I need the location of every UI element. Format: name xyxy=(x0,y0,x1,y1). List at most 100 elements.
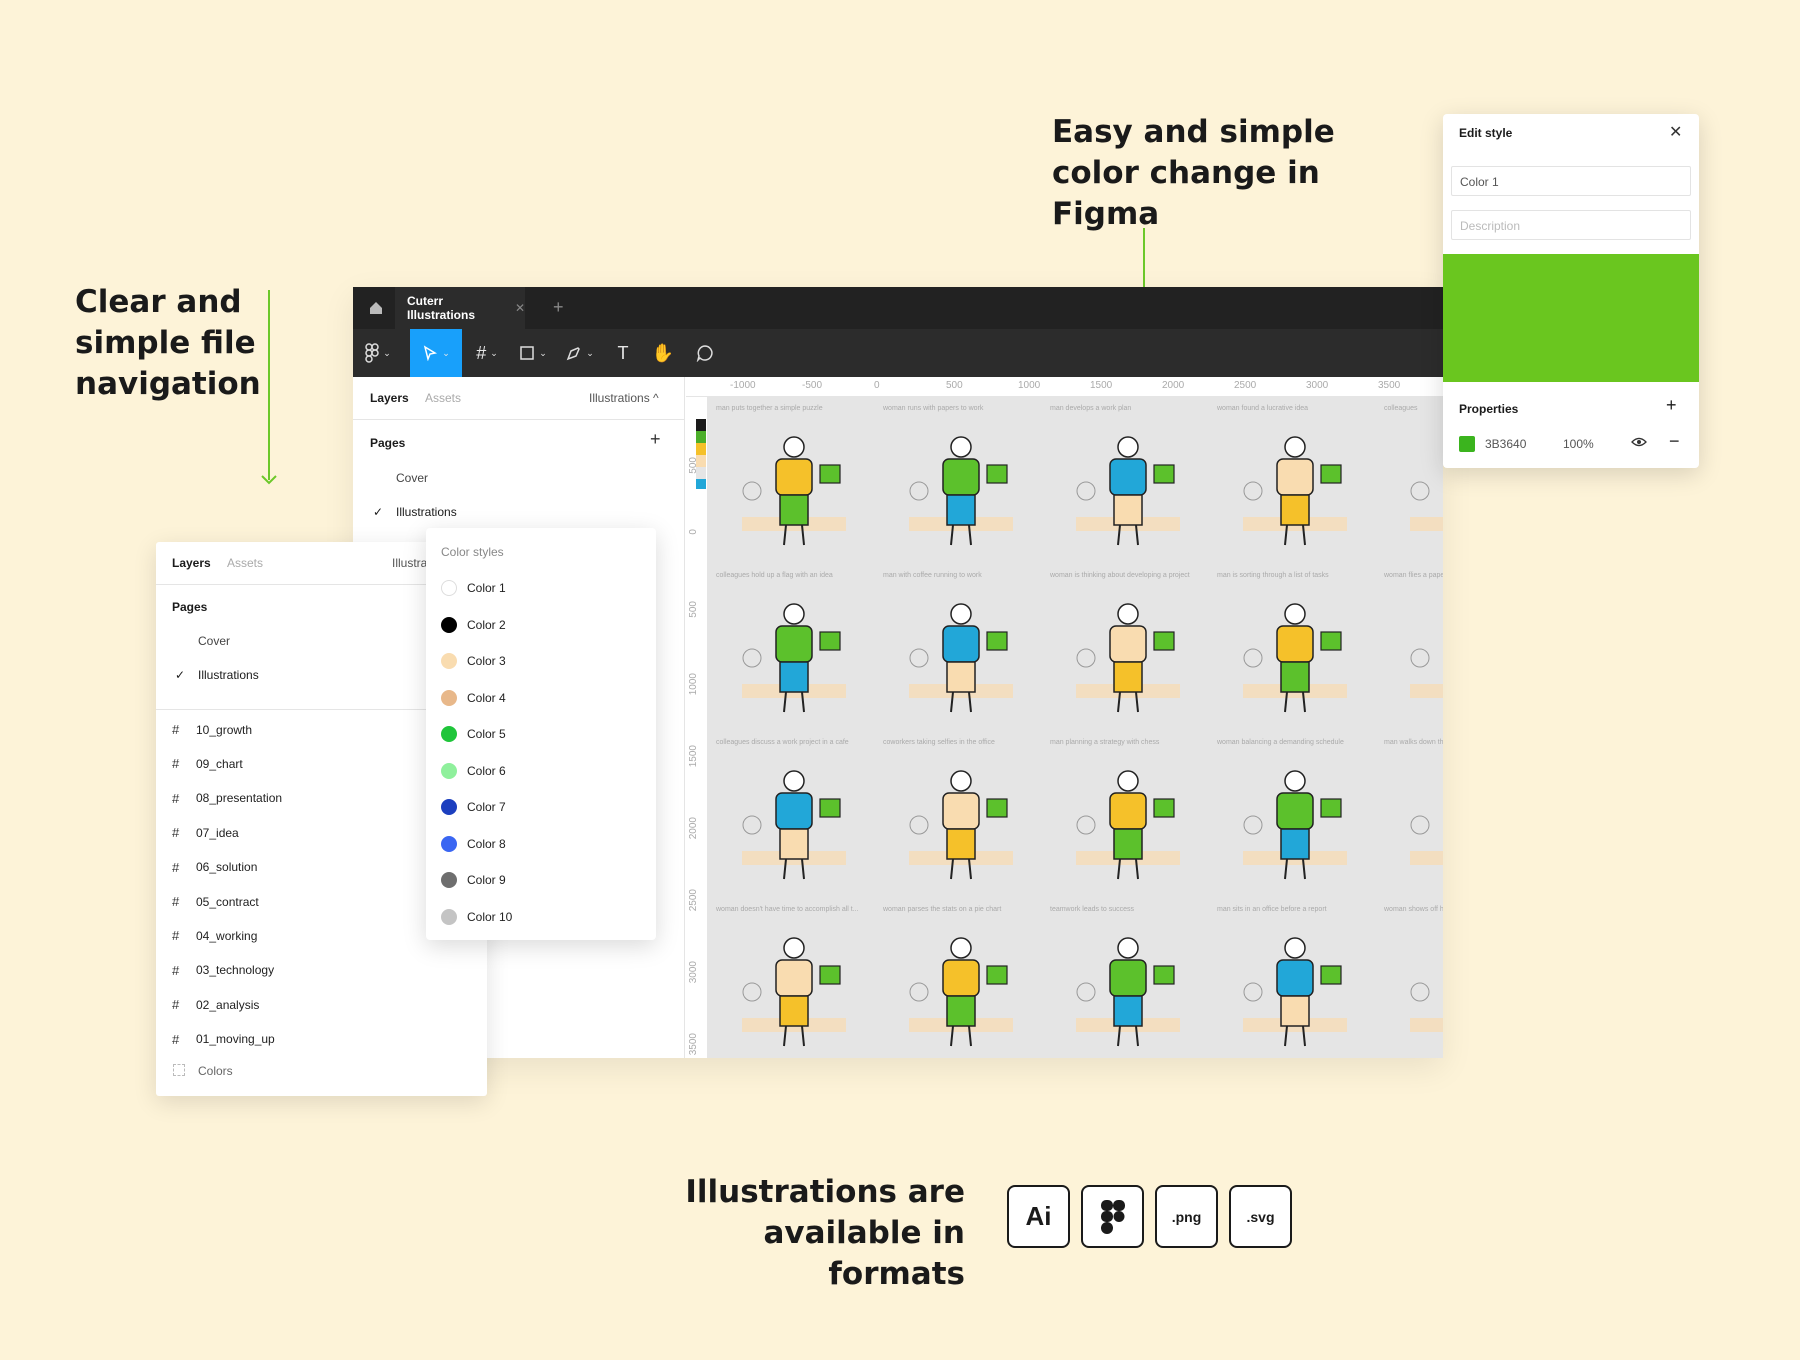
comment-tool-icon[interactable] xyxy=(685,329,725,377)
file-tab[interactable]: Cuterr Illustrations ✕ xyxy=(395,287,525,329)
layer-item-08_presentation[interactable]: #08_presentation xyxy=(172,791,282,806)
ruler-tick: 2000 xyxy=(688,817,699,840)
illustration-caption: man walks down the stairs with his work … xyxy=(1384,739,1443,746)
color-style-item[interactable]: Color 8 xyxy=(441,835,506,852)
layer-item-02_analysis[interactable]: #02_analysis xyxy=(172,997,259,1012)
color-style-item[interactable]: Color 2 xyxy=(441,616,506,633)
color-style-item[interactable]: Color 5 xyxy=(441,726,506,742)
illustration-frame[interactable] xyxy=(1392,588,1443,728)
style-description-field[interactable]: Description xyxy=(1451,210,1691,240)
ruler-tick: -500 xyxy=(802,380,823,391)
layer-item-label: 10_growth xyxy=(196,722,253,737)
frame-icon: # xyxy=(172,790,180,806)
move-tool-icon[interactable]: ⌄ xyxy=(410,329,462,377)
illustration-caption: man with coffee running to work xyxy=(883,572,982,579)
layer-item-07_idea[interactable]: #07_idea xyxy=(172,825,239,840)
layer-item-06_solution[interactable]: #06_solution xyxy=(172,860,257,875)
figma-menu-icon[interactable]: ⌄ xyxy=(353,329,403,377)
tab-assets[interactable]: Assets xyxy=(425,391,461,405)
add-page-icon[interactable]: + xyxy=(650,429,661,450)
pen-tool-icon[interactable]: ⌄ xyxy=(558,329,602,377)
layer-item-05_contract[interactable]: #05_contract xyxy=(172,894,259,909)
hand-tool-icon[interactable]: ✋ xyxy=(643,329,683,377)
illustration-frame[interactable] xyxy=(1392,922,1443,1058)
color-style-item[interactable]: Color 10 xyxy=(441,908,512,925)
layer-item-10_growth[interactable]: #10_growth xyxy=(172,722,252,737)
rectangle-tool-icon[interactable]: ⌄ xyxy=(511,329,555,377)
illustration-frame[interactable] xyxy=(1058,588,1198,728)
tab-assets[interactable]: Assets xyxy=(227,556,263,570)
color-style-item[interactable]: Color 1 xyxy=(441,580,506,596)
layer-item-label: 08_presentation xyxy=(196,791,283,806)
illustration-caption: woman runs with papers to work xyxy=(883,405,984,412)
fill-swatch[interactable] xyxy=(1459,436,1475,452)
page-item-cover[interactable]: Cover xyxy=(198,634,230,648)
add-property-icon[interactable]: + xyxy=(1666,395,1677,416)
color-preview[interactable] xyxy=(1443,254,1699,382)
illustration-frame[interactable] xyxy=(1225,421,1365,561)
page-item-illustrations[interactable]: Illustrations xyxy=(396,505,457,519)
text-tool-icon[interactable]: T xyxy=(605,329,641,377)
illustration-frame[interactable] xyxy=(1058,922,1198,1058)
illustration-frame[interactable] xyxy=(724,755,864,895)
style-name-field[interactable]: Color 1 xyxy=(1451,166,1691,196)
new-tab-icon[interactable]: + xyxy=(553,297,564,318)
layer-item-03_technology[interactable]: #03_technology xyxy=(172,963,274,978)
heading-formats: Illustrations are available in formats xyxy=(685,1174,965,1292)
frame-icon: # xyxy=(172,928,180,944)
color-style-item[interactable]: Color 7 xyxy=(441,799,506,815)
color-swatch xyxy=(441,908,457,925)
page-item-cover[interactable]: Cover xyxy=(396,471,428,485)
illustration-frame[interactable] xyxy=(1058,755,1198,895)
illustration-frame[interactable] xyxy=(891,922,1031,1058)
frame-icon: # xyxy=(172,962,180,978)
colors-frame-icon xyxy=(173,1064,185,1076)
color-style-item[interactable]: Color 9 xyxy=(441,872,506,888)
illustration-frame[interactable] xyxy=(724,421,864,561)
layer-item-04_working[interactable]: #04_working xyxy=(172,928,257,943)
figma-format-icon xyxy=(1081,1185,1144,1248)
color-style-item[interactable]: Color 4 xyxy=(441,689,506,706)
ruler-tick: 2500 xyxy=(688,889,699,912)
ruler-tick: -1000 xyxy=(730,380,756,391)
close-icon[interactable]: ✕ xyxy=(1669,122,1682,142)
fill-opacity[interactable]: 100% xyxy=(1563,437,1594,451)
illustration-frame[interactable] xyxy=(724,588,864,728)
illustration-frame[interactable] xyxy=(724,922,864,1058)
layer-item-label: 06_solution xyxy=(196,860,258,875)
color-style-item[interactable]: Color 3 xyxy=(441,653,506,669)
page-dropdown[interactable]: Illustra xyxy=(392,556,427,570)
heading-color-change: Easy and simple color change in Figma xyxy=(1052,114,1335,232)
checkmark-icon: ✓ xyxy=(175,668,186,682)
page-item-illustrations[interactable]: Illustrations xyxy=(198,668,259,682)
illustration-frame[interactable] xyxy=(1225,922,1365,1058)
close-tab-icon[interactable]: ✕ xyxy=(515,301,525,315)
page-dropdown[interactable]: Illustrations ^ xyxy=(589,391,659,405)
png-format-icon: .png xyxy=(1155,1185,1218,1248)
color-style-item[interactable]: Color 6 xyxy=(441,762,506,779)
illustration-frame[interactable] xyxy=(1225,755,1365,895)
canvas[interactable]: -1000 -500 0 500 1000 1500 2000 2500 3000 3500 50… xyxy=(686,377,1443,1058)
fill-hex[interactable]: 3B3640 xyxy=(1485,437,1526,451)
illustration-frame[interactable] xyxy=(1392,421,1443,561)
illustration-frame[interactable] xyxy=(891,755,1031,895)
illustration-caption: man planning a strategy with chess xyxy=(1050,739,1160,746)
illustration-frame[interactable] xyxy=(891,421,1031,561)
home-icon[interactable] xyxy=(367,299,385,317)
illustration-frame[interactable] xyxy=(891,588,1031,728)
layer-item-01_moving_up[interactable]: #01_moving_up xyxy=(172,1032,275,1047)
illustration-caption: woman flies a paper airplane xyxy=(1384,572,1443,579)
tab-layers[interactable]: Layers xyxy=(172,556,211,570)
layer-item-label: 01_moving_up xyxy=(196,1032,275,1047)
illustration-frame[interactable] xyxy=(1058,421,1198,561)
arrow-line-left xyxy=(268,290,270,480)
tab-layers[interactable]: Layers xyxy=(370,391,409,405)
layer-item-09_chart[interactable]: #09_chart xyxy=(172,756,243,771)
eye-icon[interactable] xyxy=(1631,435,1647,454)
ruler-tick: 0 xyxy=(874,380,880,391)
frame-tool-icon[interactable]: # ⌄ xyxy=(465,329,509,377)
illustration-frame[interactable] xyxy=(1392,755,1443,895)
layer-item-colors[interactable]: Colors xyxy=(198,1064,233,1078)
illustration-frame[interactable] xyxy=(1225,588,1365,728)
remove-fill-icon[interactable]: − xyxy=(1669,431,1680,452)
